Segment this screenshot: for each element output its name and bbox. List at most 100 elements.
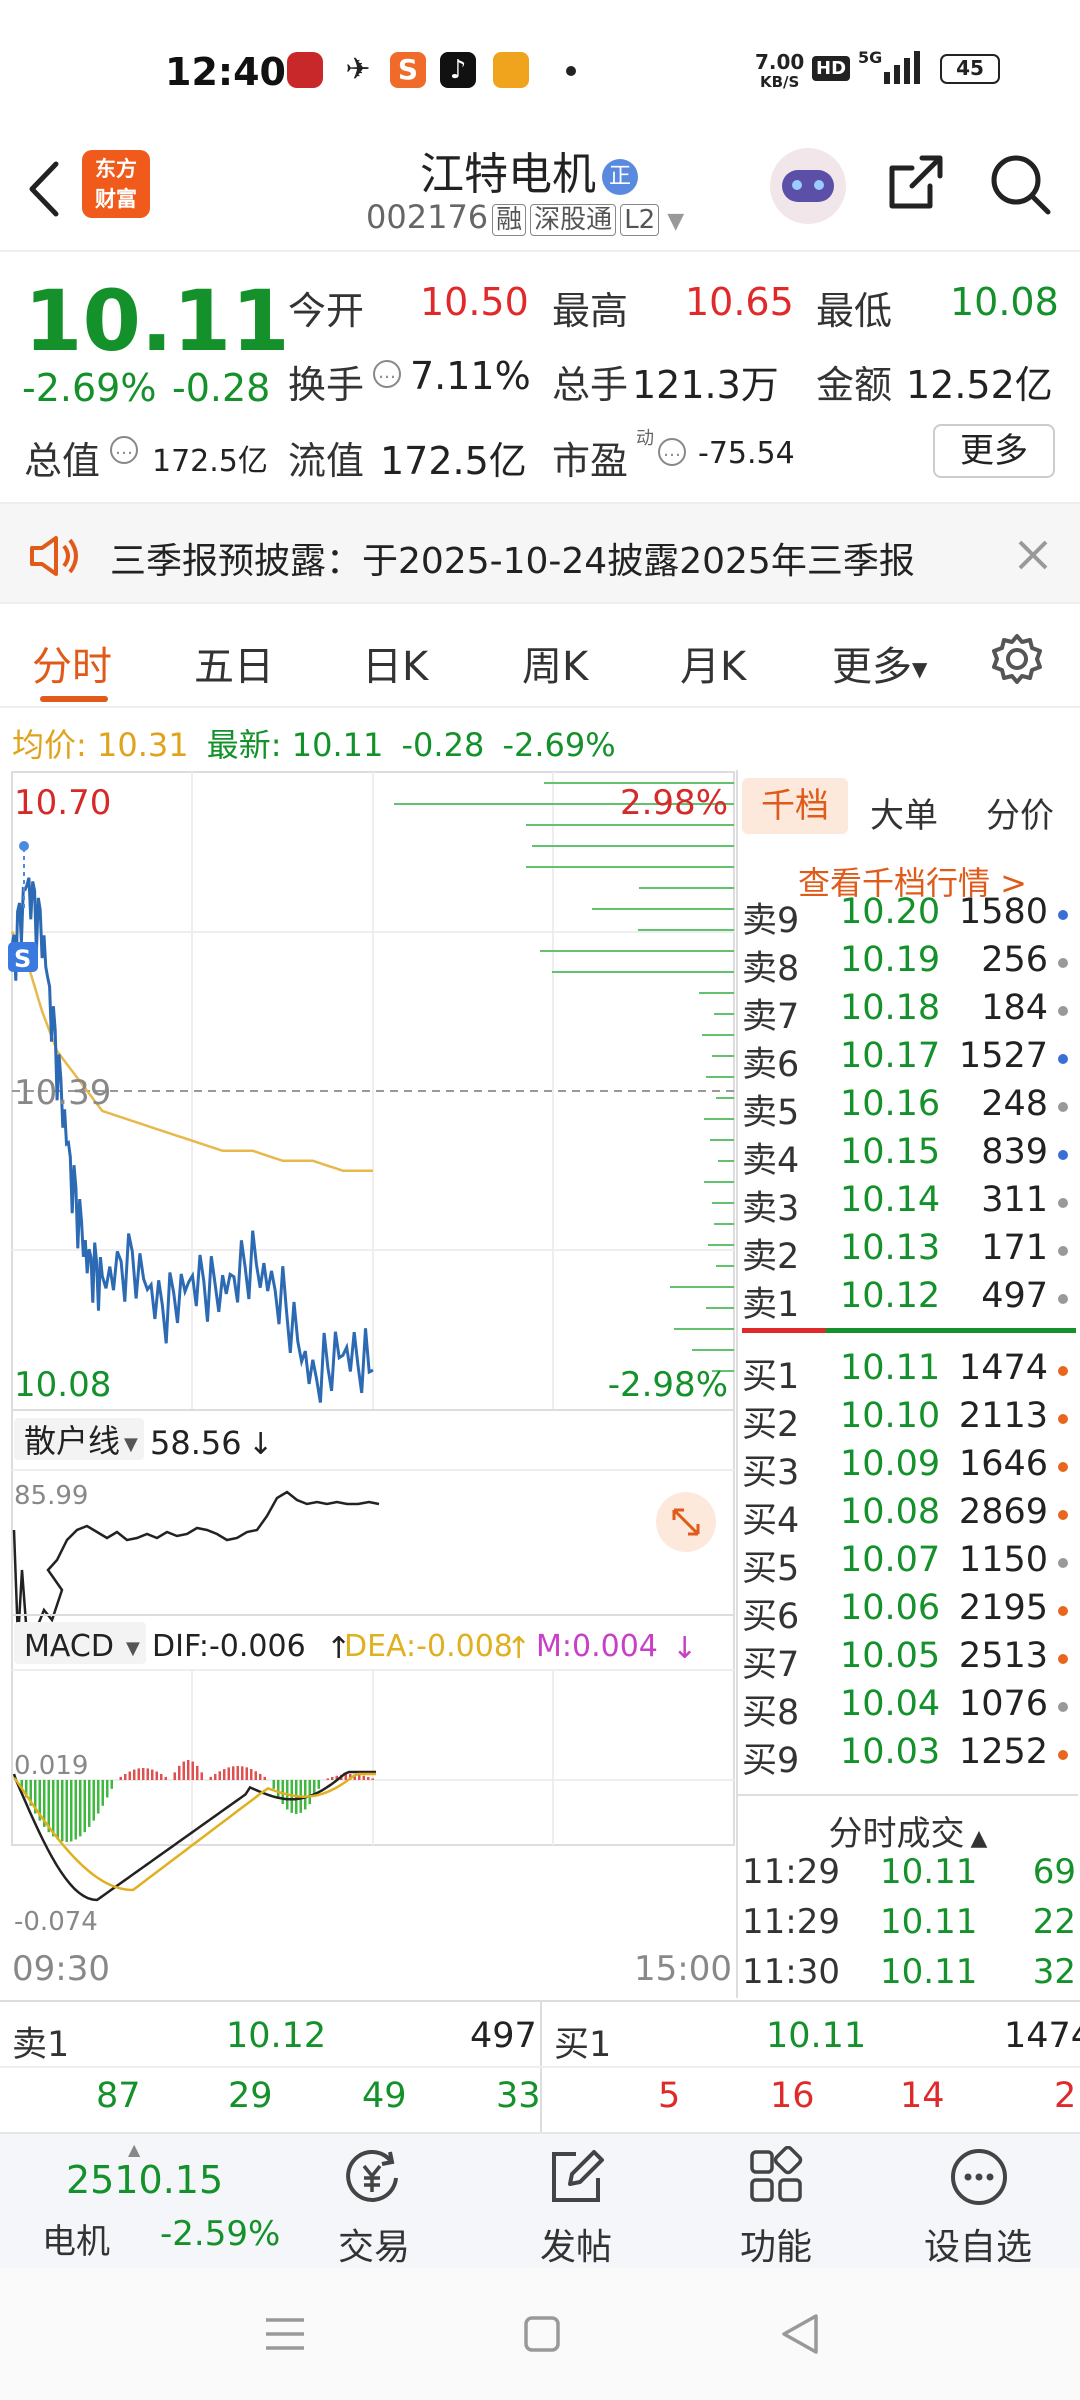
mcap-value: 172.5亿: [152, 444, 268, 479]
sell-queue-item: 49: [362, 2076, 407, 2116]
more-button[interactable]: 更多: [933, 424, 1055, 478]
bid-price: 10.03: [840, 1732, 941, 1772]
bid-row[interactable]: 买7 10.05 2513: [740, 1636, 1070, 1685]
info-icon[interactable]: …: [658, 438, 686, 466]
turnover-value: 7.11%: [410, 354, 531, 398]
bid-row[interactable]: 买8 10.04 1076: [740, 1684, 1070, 1733]
order-dot-icon: [1058, 1510, 1068, 1520]
macd-bar: [317, 1780, 320, 1789]
home-icon[interactable]: [522, 2314, 562, 2354]
macd-bar: [272, 1780, 275, 1789]
ask-row[interactable]: 卖5 10.16 248: [740, 1084, 1070, 1133]
official-badge: 正: [602, 159, 638, 195]
add-watchlist-button[interactable]: 设自选: [898, 2134, 1058, 2270]
trade-row: 11:30 10.11 32: [742, 1952, 1076, 2000]
info-icon[interactable]: …: [110, 436, 138, 464]
ask-volume: 1527: [958, 1036, 1048, 1076]
ask-volume: 497: [981, 1276, 1048, 1316]
info-icon[interactable]: …: [373, 360, 401, 388]
trade-time: 11:30: [742, 1952, 840, 1992]
dif-value: DIF:-0.006: [152, 1629, 306, 1664]
ask-price: 10.18: [840, 988, 941, 1028]
tab-intraday[interactable]: 分时: [32, 634, 112, 692]
functions-label: 功能: [739, 2227, 812, 2268]
depth-bar: [638, 929, 734, 931]
notice-banner[interactable]: 三季报预披露：于2025-10-24披露2025年三季报: [0, 502, 1080, 604]
bid-row[interactable]: 买1 10.11 1474: [740, 1348, 1070, 1397]
arrow-down-icon: ↓: [248, 1427, 273, 1462]
ask-price: 10.17: [840, 1036, 941, 1076]
menu-icon[interactable]: [262, 2314, 308, 2354]
bid-label: 买4: [742, 1501, 800, 1541]
spread-divider: [742, 1328, 1076, 1333]
tab-more[interactable]: 更多▼: [832, 634, 927, 692]
bid-row[interactable]: 买2 10.10 2113: [740, 1396, 1070, 1445]
intraday-chart[interactable]: S 10.70 10.39 10.08 2.98% -2.98% 散户线 ▼ 5…: [0, 770, 740, 2000]
search-icon[interactable]: [986, 150, 1054, 218]
stock-name[interactable]: 江特电机正: [420, 138, 638, 202]
tab-large-orders[interactable]: 大单: [870, 788, 938, 837]
post-button[interactable]: 发帖: [496, 2134, 656, 2270]
trades-header[interactable]: 分时成交 ▲: [738, 1794, 1078, 1855]
ask-label: 卖4: [742, 1141, 800, 1181]
ask-row[interactable]: 卖9 10.20 1580: [740, 892, 1070, 941]
latest-change: -0.28: [401, 726, 485, 764]
functions-button[interactable]: 功能: [696, 2134, 856, 2270]
macd-bar: [250, 1769, 253, 1780]
ask-label: 卖2: [742, 1237, 800, 1277]
back-icon[interactable]: [22, 158, 64, 220]
stock-code-line[interactable]: 002176 融深股通 L2 ▼: [366, 198, 684, 236]
ask-price: 10.13: [840, 1228, 941, 1268]
macd-bar: [232, 1766, 235, 1780]
latest-value: 10.11: [291, 726, 384, 764]
bid-row[interactable]: 买4 10.08 2869: [740, 1492, 1070, 1541]
depth-bar: [592, 908, 734, 910]
bid-label: 买8: [742, 1693, 800, 1733]
depth-bar: [526, 824, 734, 826]
ai-assistant-icon[interactable]: [770, 148, 846, 224]
trade-row: 11:29 10.11 69: [742, 1852, 1076, 1900]
ask-row[interactable]: 卖1 10.12 497: [740, 1276, 1070, 1325]
depth-bar: [699, 992, 734, 994]
buy-queue-item: 14: [900, 2076, 945, 2116]
trade-button[interactable]: 交易: [294, 2134, 454, 2270]
ask-row[interactable]: 卖4 10.15 839: [740, 1132, 1070, 1181]
ask-row[interactable]: 卖2 10.13 171: [740, 1228, 1070, 1277]
app-logo[interactable]: 东方 财富: [82, 150, 150, 218]
macd-bar: [304, 1780, 307, 1810]
s-marker-label: S: [14, 945, 31, 973]
level1-summary[interactable]: 卖1 10.12 497 买1 10.11 1474 87 29 49 33 5…: [0, 2000, 1080, 2134]
volume-value: 121.3万: [632, 363, 779, 407]
bid-row[interactable]: 买5 10.07 1150: [740, 1540, 1070, 1589]
float-label: 流值: [288, 439, 365, 483]
ask-row[interactable]: 卖6 10.17 1527: [740, 1036, 1070, 1085]
bid-row[interactable]: 买3 10.09 1646: [740, 1444, 1070, 1493]
sector-index[interactable]: ▲ 2510.15 电机 -2.59%: [0, 2134, 300, 2270]
macd-bar: [160, 1774, 163, 1780]
order-dot-icon: [1058, 1102, 1068, 1112]
macd-bar: [236, 1766, 239, 1780]
tab-monthly-k[interactable]: 月K: [680, 634, 746, 692]
gear-icon[interactable]: [990, 632, 1044, 686]
order-dot-icon: [1058, 1606, 1068, 1616]
app-notification-icon: ✈: [340, 52, 376, 88]
tab-thousand-level[interactable]: 千档: [742, 778, 848, 834]
bid-row[interactable]: 买6 10.06 2195: [740, 1588, 1070, 1637]
macd-bar: [214, 1773, 217, 1780]
tab-daily-k[interactable]: 日K: [362, 634, 428, 692]
ask-row[interactable]: 卖7 10.18 184: [740, 988, 1070, 1037]
tab-five-day[interactable]: 五日: [194, 634, 274, 692]
depth-bar: [712, 1055, 734, 1057]
macd-bar: [254, 1771, 257, 1780]
order-dot-icon: [1058, 1702, 1068, 1712]
tab-weekly-k[interactable]: 周K: [522, 634, 588, 692]
close-icon[interactable]: [1016, 538, 1050, 572]
back-nav-icon[interactable]: [778, 2312, 822, 2356]
bid-row[interactable]: 买9 10.03 1252: [740, 1732, 1070, 1781]
depth-bar: [704, 1118, 734, 1120]
ask-row[interactable]: 卖3 10.14 311: [740, 1180, 1070, 1229]
ask-row[interactable]: 卖8 10.19 256: [740, 940, 1070, 989]
share-icon[interactable]: [882, 150, 948, 216]
depth-bar: [552, 971, 734, 973]
tab-price-distribution[interactable]: 分价: [986, 788, 1054, 837]
